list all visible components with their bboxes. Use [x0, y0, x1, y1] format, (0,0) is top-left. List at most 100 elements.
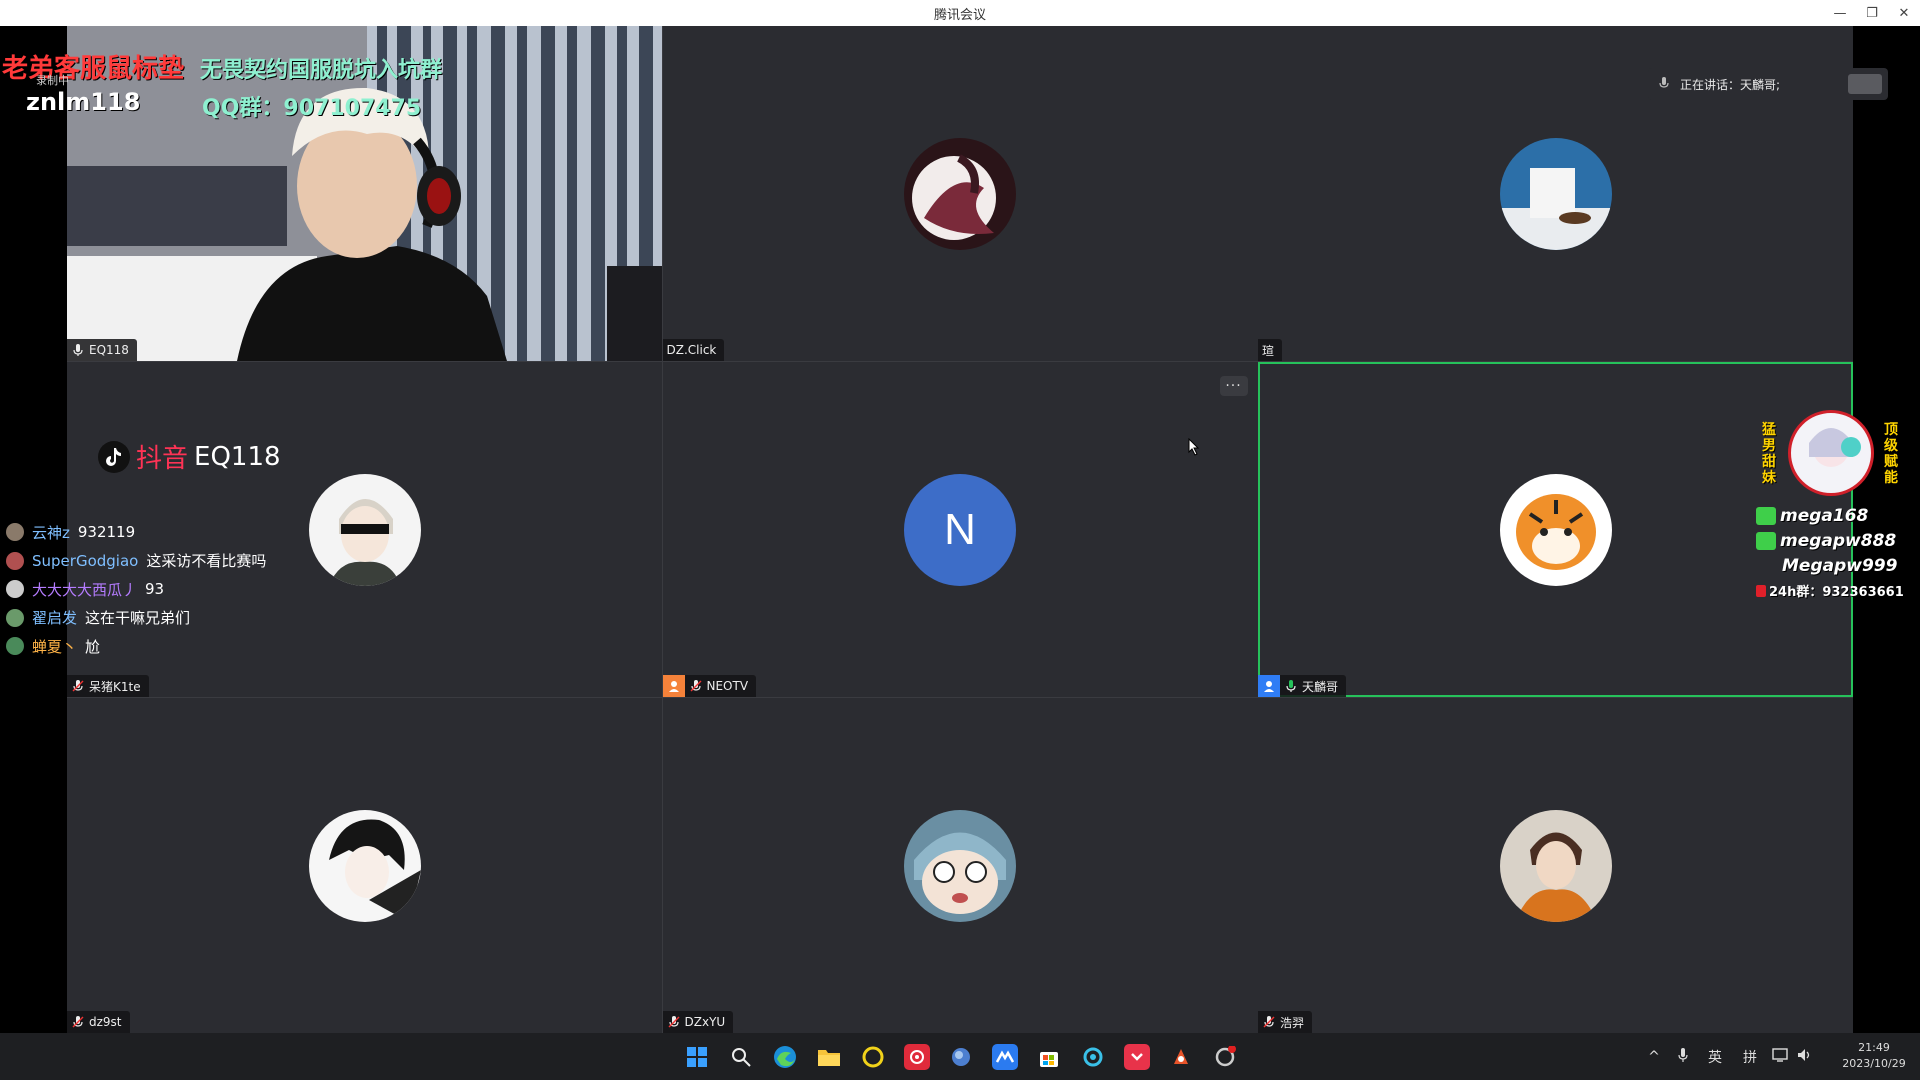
participant-avatar	[904, 137, 1016, 250]
chat-avatar	[6, 608, 24, 627]
wechat-icon	[1756, 532, 1776, 550]
participant-tile[interactable]: DZxYU	[662, 698, 1258, 1033]
avatar-letter: N	[944, 504, 976, 554]
windows-start-icon[interactable]	[684, 1044, 710, 1070]
app-blue-icon[interactable]	[948, 1044, 974, 1070]
participant-tile[interactable]: dz9st	[67, 698, 662, 1033]
mic-icon	[71, 343, 85, 357]
sponsor-vertical-left: 猛男甜妹	[1762, 422, 1776, 486]
more-options-button[interactable]: ···	[1219, 376, 1248, 396]
tray-overflow-chevron-icon[interactable]: ^	[1640, 1049, 1668, 1065]
ime-mode-indicator[interactable]: 拼	[1732, 1047, 1768, 1067]
app-red-icon[interactable]	[1168, 1044, 1194, 1070]
participant-name: DZxYU	[684, 1015, 726, 1029]
participant-avatar	[904, 809, 1016, 922]
douyin-watermark: 抖音 EQ118	[98, 438, 281, 475]
participant-grid: EQ118 DZ.Click 瑄 呆猪K1te ··· N NEOTV 天麟哥 …	[67, 26, 1853, 1033]
chat-username: 大大大大西瓜丿	[32, 580, 138, 599]
mic-muted-icon	[71, 679, 85, 693]
participant-name: dz9st	[89, 1015, 122, 1029]
sponsor-logo-icon	[1788, 410, 1874, 496]
chat-username: 蝉夏丶	[32, 637, 78, 656]
chat-username: SuperGodgiao	[32, 551, 139, 570]
edge-browser-icon[interactable]	[772, 1044, 798, 1070]
participant-name-tag: 浩羿	[1258, 1011, 1313, 1033]
ms-store-icon[interactable]	[1036, 1044, 1062, 1070]
chat-avatar	[6, 551, 24, 570]
mic-muted-icon	[1262, 1015, 1276, 1029]
sponsor-line-text: megapw888	[1780, 531, 1897, 551]
participant-name-tag: EQ118	[67, 339, 137, 361]
app-cyan-icon[interactable]	[1080, 1044, 1106, 1070]
chat-text: 这在干嘛兄弟们	[85, 609, 191, 628]
app-yellow-icon[interactable]	[860, 1044, 886, 1070]
restore-button[interactable]: ❐	[1856, 0, 1888, 26]
sponsor-line-text: Megapw999	[1782, 556, 1898, 576]
minimize-button[interactable]: —	[1824, 0, 1856, 26]
mic-muted-icon	[667, 1015, 681, 1029]
participant-tile[interactable]: DZ.Click	[662, 26, 1258, 361]
mic-muted-icon	[689, 679, 703, 693]
participant-name-tag: 瑄	[1258, 339, 1283, 361]
mouse-cursor-icon	[1188, 437, 1200, 460]
search-icon[interactable]	[728, 1044, 754, 1070]
taskbar-clock[interactable]: 21:49 2023/10/29	[1836, 1040, 1912, 1072]
mic-muted-icon	[71, 1015, 85, 1029]
cohost-badge-icon	[1258, 675, 1280, 697]
overlay-id: znlm118	[26, 88, 141, 116]
system-tray: ^ 英 拼	[1640, 1033, 1816, 1080]
pocket-icon[interactable]	[1124, 1044, 1150, 1070]
chat-message: 翟启发 这在干嘛兄弟们	[6, 604, 266, 633]
overlay-recording: 录制中	[36, 74, 69, 87]
participant-name-tag: dz9st	[67, 1011, 130, 1033]
sponsor-line: megapw888	[1756, 531, 1896, 551]
douyin-small-icon	[1756, 584, 1766, 597]
participant-tile[interactable]: ··· N NEOTV	[662, 362, 1258, 697]
participant-letter-avatar: N	[904, 473, 1016, 586]
douyin-label: 抖音	[136, 444, 189, 474]
participant-tile[interactable]: 浩羿	[1258, 698, 1853, 1033]
sponsor-line: mega168	[1756, 506, 1868, 526]
network-icon[interactable]	[1768, 1047, 1794, 1066]
tray-mic-icon[interactable]	[1668, 1047, 1698, 1067]
chat-message: 大大大大西瓜丿 93	[6, 575, 266, 604]
live-chat: 云神z 932119 SuperGodgiao 这采访不看比赛吗 大大大大西瓜丿…	[6, 518, 266, 661]
speaking-indicator: 正在讲话：天麟哥;	[1648, 68, 1888, 100]
participant-name-tag: DZ.Click	[662, 339, 725, 361]
volume-icon[interactable]	[1794, 1048, 1816, 1066]
window-titlebar: 腾讯会议 — ❐ ✕	[0, 0, 1920, 26]
input-language-indicator[interactable]: 英	[1698, 1047, 1732, 1067]
chat-text: 932119	[77, 523, 136, 542]
participant-avatar	[308, 809, 421, 922]
overlay-title-red: 老弟客服鼠标垫	[2, 54, 185, 84]
sponsor-overlay: 猛男甜妹 顶级赋能 mega168 megapw888 Megapw999 24…	[1756, 408, 1920, 608]
chat-username: 云神z	[32, 523, 70, 542]
chat-avatar	[6, 523, 24, 542]
sponsor-vertical-right: 顶级赋能	[1884, 422, 1898, 486]
overlay-title-green: 无畏契约国服脱坑入坑群	[200, 58, 443, 83]
chat-avatar	[6, 637, 24, 656]
participant-name: 浩羿	[1280, 1015, 1305, 1030]
file-explorer-icon[interactable]	[816, 1044, 842, 1070]
participant-name-tag: 呆猪K1te	[67, 675, 149, 697]
clock-time: 21:49	[1858, 1041, 1890, 1054]
speaking-text: 正在讲话：天麟哥;	[1680, 77, 1781, 92]
chat-text: 这采访不看比赛吗	[146, 552, 267, 571]
clock-date: 2023/10/29	[1842, 1057, 1906, 1070]
chat-message: 云神z 932119	[6, 518, 266, 547]
chat-text: 尬	[85, 637, 101, 656]
close-button[interactable]: ✕	[1888, 0, 1920, 26]
chat-message: 蝉夏丶 尬	[6, 632, 266, 661]
sponsor-line-text: 24h群：932363661	[1769, 585, 1904, 600]
douyin-id: EQ118	[194, 441, 281, 472]
window-title: 腾讯会议	[933, 7, 986, 23]
chat-message: SuperGodgiao 这采访不看比赛吗	[6, 547, 266, 576]
participant-name-tag: DZxYU	[662, 1011, 734, 1033]
tencent-meeting-icon[interactable]	[992, 1044, 1018, 1070]
app-settings-icon[interactable]	[1212, 1044, 1238, 1070]
mic-active-icon	[1284, 679, 1298, 693]
netease-music-icon[interactable]	[904, 1044, 930, 1070]
participant-name: 呆猪K1te	[89, 679, 141, 694]
sponsor-line-text: mega168	[1780, 506, 1869, 526]
participant-name: 瑄	[1262, 343, 1275, 358]
